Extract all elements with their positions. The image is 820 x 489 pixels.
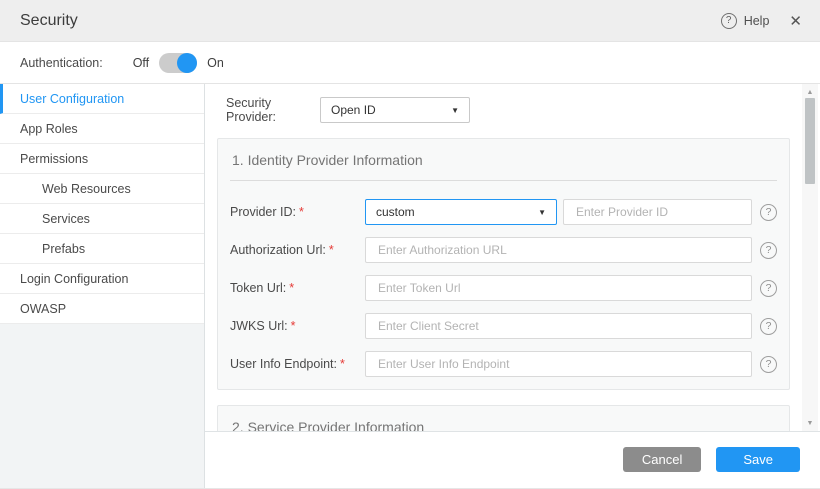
toggle-knob: [177, 53, 197, 73]
jwks-url-input[interactable]: [365, 313, 752, 339]
field-help: ?: [760, 204, 777, 221]
provider-id-controls: custom ▼: [365, 199, 752, 225]
provider-id-row: Provider ID:* custom ▼ ?: [230, 199, 777, 225]
scrollbar-thumb[interactable]: [805, 98, 815, 184]
sidebar-item-web-resources[interactable]: Web Resources: [0, 174, 204, 204]
field-help: ?: [760, 242, 777, 259]
cancel-button[interactable]: Cancel: [623, 447, 701, 472]
provider-id-label: Provider ID:*: [230, 205, 365, 219]
form-footer: Cancel Save: [205, 431, 820, 488]
chevron-down-icon: ▼: [451, 106, 459, 115]
question-circle-icon[interactable]: ?: [760, 318, 777, 335]
jwks-url-label: JWKS Url:*: [230, 319, 365, 333]
user-info-endpoint-controls: [365, 351, 752, 377]
sidebar-item-permissions[interactable]: Permissions: [0, 144, 204, 174]
security-provider-row: Security Provider: Open ID ▼: [226, 96, 802, 124]
provider-id-select-value: custom: [376, 205, 415, 219]
required-asterisk: *: [289, 281, 294, 295]
security-provider-label: Security Provider:: [226, 96, 320, 124]
user-info-endpoint-row: User Info Endpoint:* ?: [230, 351, 777, 377]
user-info-endpoint-input[interactable]: [365, 351, 752, 377]
authorization-url-row: Authorization Url:* ?: [230, 237, 777, 263]
provider-id-input[interactable]: [563, 199, 752, 225]
question-circle-icon[interactable]: ?: [760, 280, 777, 297]
content-panel: Security Provider: Open ID ▼ 1. Identity…: [205, 84, 820, 488]
user-info-endpoint-label: User Info Endpoint:*: [230, 357, 365, 371]
token-url-row: Token Url:* ?: [230, 275, 777, 301]
save-button[interactable]: Save: [716, 447, 800, 472]
scroll-up-icon[interactable]: ▲: [802, 86, 818, 98]
sidebar-item-user-configuration[interactable]: User Configuration: [0, 84, 204, 114]
token-url-label: Token Url:*: [230, 281, 365, 295]
titlebar: Security ? Help ✕: [0, 0, 820, 42]
question-circle-icon[interactable]: ?: [760, 204, 777, 221]
authentication-label: Authentication:: [20, 56, 103, 70]
titlebar-actions: ? Help ✕: [721, 12, 802, 30]
question-circle-icon[interactable]: ?: [760, 242, 777, 259]
token-url-input[interactable]: [365, 275, 752, 301]
identity-provider-section: 1. Identity Provider Information Provide…: [217, 138, 790, 390]
vertical-scrollbar[interactable]: ▲ ▼: [802, 84, 818, 431]
service-provider-section: 2. Service Provider Information: [217, 405, 790, 431]
sidebar-item-services[interactable]: Services: [0, 204, 204, 234]
help-link[interactable]: Help: [744, 14, 770, 28]
scrollable-form-area: Security Provider: Open ID ▼ 1. Identity…: [205, 84, 802, 431]
required-asterisk: *: [340, 357, 345, 371]
toggle-on-label: On: [207, 56, 224, 70]
scroll-down-icon[interactable]: ▼: [802, 417, 818, 429]
question-circle-icon[interactable]: ?: [760, 356, 777, 373]
page-title: Security: [20, 12, 78, 30]
chevron-down-icon: ▼: [538, 208, 546, 217]
sidebar-item-app-roles[interactable]: App Roles: [0, 114, 204, 144]
token-url-controls: [365, 275, 752, 301]
close-icon[interactable]: ✕: [789, 12, 802, 30]
security-provider-select[interactable]: Open ID ▼: [320, 97, 470, 123]
authorization-url-controls: [365, 237, 752, 263]
section-title: 1. Identity Provider Information: [230, 139, 777, 181]
authorization-url-input[interactable]: [365, 237, 752, 263]
sidebar-item-login-configuration[interactable]: Login Configuration: [0, 264, 204, 294]
field-help: ?: [760, 356, 777, 373]
required-asterisk: *: [291, 319, 296, 333]
authentication-toggle[interactable]: [159, 53, 197, 73]
required-asterisk: *: [329, 243, 334, 257]
authentication-row: Authentication: Off On: [0, 42, 820, 84]
help-icon[interactable]: ?: [721, 13, 737, 29]
main-area: User Configuration App Roles Permissions…: [0, 84, 820, 488]
field-help: ?: [760, 280, 777, 297]
jwks-url-row: JWKS Url:* ?: [230, 313, 777, 339]
sidebar-item-owasp[interactable]: OWASP: [0, 294, 204, 324]
sidebar-item-prefabs[interactable]: Prefabs: [0, 234, 204, 264]
security-provider-value: Open ID: [331, 103, 376, 117]
provider-id-select[interactable]: custom ▼: [365, 199, 557, 225]
field-help: ?: [760, 318, 777, 335]
toggle-off-label: Off: [133, 56, 149, 70]
required-asterisk: *: [299, 205, 304, 219]
section-title: 2. Service Provider Information: [230, 406, 777, 431]
security-settings-window: Security ? Help ✕ Authentication: Off On…: [0, 0, 820, 489]
authorization-url-label: Authorization Url:*: [230, 243, 365, 257]
sidebar: User Configuration App Roles Permissions…: [0, 84, 205, 488]
jwks-url-controls: [365, 313, 752, 339]
